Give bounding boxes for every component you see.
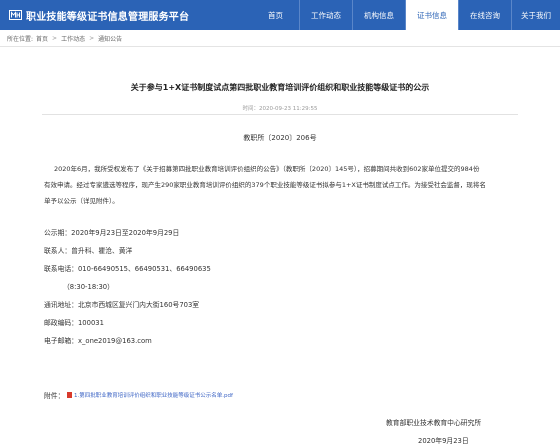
title-divider [42,114,518,115]
attachment-link[interactable]: 1.第四批职业教育培训评价组织和职业技能等级证书公示名单.pdf [67,391,233,399]
nav-home[interactable]: 首页 [252,0,299,30]
nav-work-news[interactable]: 工作动态 [300,0,352,30]
notice-period: 公示期：2020年9月23日至2020年9月29日 [44,229,180,237]
mailing-address: 通讯地址：北京市西城区复兴门内大街160号703室 [44,301,200,309]
breadcrumb-separator: > [52,34,58,42]
postal-code: 邮政编码：100031 [44,319,104,327]
top-header: 职业技能等级证书信息管理服务平台 首页 工作动态 机构信息 证书信息 在线咨询 … [0,0,560,30]
attachment-filename[interactable]: 1.第四批职业教育培训评价组织和职业技能等级证书公示名单.pdf [74,391,233,399]
breadcrumb: 所在位置: 首页 > 工作动态 > 通知公告 [0,30,560,47]
body-line: 2020年6月，我所受权发布了《关于招募第四批职业教育培训评价组织的公告》（教职… [54,165,480,173]
publish-date: 时间：2020-09-23 11:29:55 [242,106,318,112]
main-nav: 首页 工作动态 机构信息 证书信息 在线咨询 关于我们 [252,0,560,30]
attachment-label: 附件： [44,392,65,400]
breadcrumb-prefix: 所在位置: [7,35,34,43]
nav-certificates[interactable]: 证书信息 [406,0,458,30]
breadcrumb-notice[interactable]: 通知公告 [98,34,122,43]
contact-phone: 联系电话：010-66490515、66490531、66490635 [44,265,211,273]
issuing-organization: 教育部职业技术教育中心研究所 [386,419,482,427]
platform-logo-icon[interactable] [9,10,22,20]
office-hours: （8:30-18:30） [63,283,114,291]
document-number: 教职所〔2020〕206号 [243,134,317,142]
nav-about-us[interactable]: 关于我们 [512,0,560,30]
signature-date: 2020年9月23日 [418,437,469,445]
breadcrumb-home[interactable]: 首页 [36,34,48,43]
nav-institutions[interactable]: 机构信息 [353,0,405,30]
breadcrumb-work-news[interactable]: 工作动态 [61,34,85,43]
breadcrumb-separator: > [89,34,95,42]
pdf-file-icon [67,392,72,398]
site-title[interactable]: 职业技能等级证书信息管理服务平台 [26,8,189,23]
nav-online-consult[interactable]: 在线咨询 [459,0,511,30]
article-title: 关于参与1+X证书制度试点第四批职业教育培训评价组织和职业技能等级证书的公示 [130,83,430,92]
body-line: 单予以公示（详见附件）。 [44,197,119,205]
body-line: 有效申请。经过专家遴选等程序，现产生290家职业教育培训评价组织的379个职业技… [44,181,486,189]
article-content: 关于参与1+X证书制度试点第四批职业教育培训评价组织和职业技能等级证书的公示 时… [0,47,560,445]
contact-email: 电子邮箱：x_one2019@163.com [44,337,152,345]
contact-persons: 联系人：曾升科、瞿沧、黄洋 [44,247,133,255]
